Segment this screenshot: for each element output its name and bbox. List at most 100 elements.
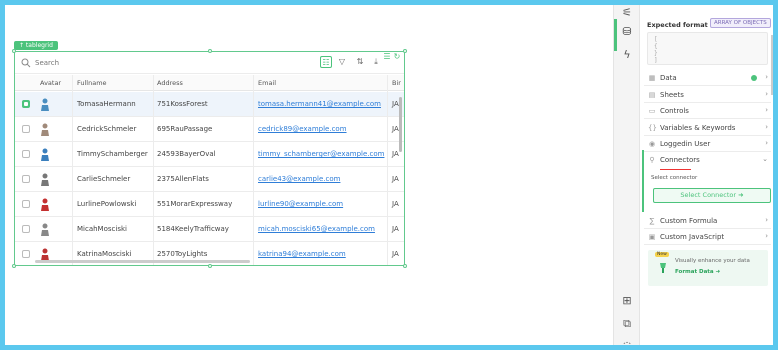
section-custom-javascript[interactable]: ▣ Custom JavaScript › xyxy=(644,229,771,245)
promo-card[interactable]: New Visually enhance your data Format Da… xyxy=(648,250,768,286)
email-link[interactable]: cedrick89@example.com xyxy=(258,125,347,133)
copy-icon[interactable]: ⧉ xyxy=(620,317,634,331)
panel-scrollbar[interactable] xyxy=(771,35,773,95)
column-header[interactable]: Avatar xyxy=(40,79,61,87)
filter-icon[interactable]: ▽ xyxy=(336,56,348,68)
help-icon[interactable]: ◌ xyxy=(620,339,634,345)
fullname-cell: KatrinaMosciski xyxy=(77,250,132,258)
address-cell: 24593BayerOval xyxy=(157,150,216,158)
select-connector-button[interactable]: Select Connector ➜ xyxy=(653,188,771,203)
table-row[interactable]: TimmySchamberger 24593BayerOval timmy_scha… xyxy=(15,142,404,167)
address-cell: 2375AllenFlats xyxy=(157,175,209,183)
birth-cell: JA xyxy=(392,100,399,108)
birth-cell: JA xyxy=(392,250,399,258)
section-icon: ▭ xyxy=(648,107,656,115)
column-header[interactable]: Email xyxy=(258,79,276,87)
avatar-icon xyxy=(41,98,49,111)
chevron-right-icon: › xyxy=(765,123,768,131)
section-icon: ⚲ xyxy=(649,156,655,164)
table-header: Avatar Fullname Address Email Bir xyxy=(15,75,404,91)
new-badge: New xyxy=(655,252,669,257)
tablegrid-widget[interactable]: ☷ ▽ ⇅ ⤓ ☰ ↻ Avatar Fullname Address Emai… xyxy=(12,49,407,268)
refresh-icon[interactable]: ↻ xyxy=(391,51,403,63)
section-icon: {} xyxy=(648,124,657,132)
plus-page-icon[interactable]: ⊞ xyxy=(620,294,634,308)
chevron-right-icon: › xyxy=(765,139,768,147)
section-connectors[interactable]: ⚲ Connectors ⌄ xyxy=(644,152,771,168)
select-connector-label: Select connector xyxy=(651,175,698,181)
email-link[interactable]: timmy_schamberger@example.com xyxy=(258,150,384,158)
format-code-box: [ { } ] xyxy=(647,32,768,65)
promo-text: Visually enhance your data xyxy=(675,258,750,264)
table-row[interactable]: TomasaHermann 751KossForest tomasa.hermann… xyxy=(15,92,404,117)
expected-format-label: Expected format xyxy=(647,21,708,29)
search-input[interactable] xyxy=(35,56,235,70)
connectors-underline xyxy=(660,169,691,170)
row-checkbox[interactable] xyxy=(22,150,30,158)
email-link[interactable]: carlie43@example.com xyxy=(258,175,340,183)
email-link[interactable]: tomasa.hermann41@example.com xyxy=(258,100,381,108)
row-checkbox[interactable] xyxy=(22,125,30,133)
code-line: } xyxy=(654,50,658,57)
column-header[interactable]: Bir xyxy=(392,79,401,87)
paint-brush-icon xyxy=(660,263,666,273)
column-divider xyxy=(387,75,388,265)
fullname-cell: MicahMosciski xyxy=(77,225,127,233)
section-sheets[interactable]: ▤ Sheets › xyxy=(644,87,771,103)
table-row[interactable]: CedrickSchmeler 695RauPassage cedrick89@ex… xyxy=(15,117,404,142)
table-row[interactable]: CarlieSchmeler 2375AllenFlats carlie43@exa… xyxy=(15,167,404,192)
canvas: ↑ tablegrid ☷ ▽ ⇅ ⤓ ☰ ↻ xyxy=(5,5,613,345)
chevron-right-icon: › xyxy=(765,73,768,81)
status-dot xyxy=(751,75,757,81)
birth-cell: JA xyxy=(392,200,399,208)
section-data[interactable]: ▦ Data › xyxy=(644,70,771,86)
email-link[interactable]: lurline90@example.com xyxy=(258,200,343,208)
section-icon: ▦ xyxy=(648,74,656,82)
row-checkbox[interactable] xyxy=(22,100,30,108)
column-header[interactable]: Fullname xyxy=(77,79,107,87)
sort-icon[interactable]: ⇅ xyxy=(354,56,366,68)
table-row[interactable]: MicahMosciski 5184KeelyTrafficway micah.mo… xyxy=(15,217,404,242)
chevron-right-icon: › xyxy=(765,232,768,240)
vertical-scrollbar[interactable] xyxy=(399,97,402,152)
address-cell: 751KossForest xyxy=(157,100,208,108)
section-variables-keywords[interactable]: {} Variables & Keywords › xyxy=(644,120,771,136)
email-link[interactable]: katrina94@example.com xyxy=(258,250,346,258)
birth-cell: JA xyxy=(392,150,399,158)
database-icon[interactable]: ⛁ xyxy=(620,25,634,39)
column-divider xyxy=(253,75,254,265)
settings-sliders-icon[interactable]: ⚟ xyxy=(620,6,634,20)
birth-cell: JA xyxy=(392,175,399,183)
side-rail: ⚟ ⛁ ϟ ⊞ ⧉ ◌ xyxy=(613,5,640,345)
fullname-cell: CarlieSchmeler xyxy=(77,175,131,183)
lightning-icon[interactable]: ϟ xyxy=(620,48,634,62)
fullname-cell: TomasaHermann xyxy=(77,100,136,108)
column-header[interactable]: Address xyxy=(157,79,183,87)
section-controls[interactable]: ▭ Controls › xyxy=(644,103,771,119)
data-panel: Expected format ARRAY OF OBJECTS [ { } ]… xyxy=(640,5,773,345)
search-icon xyxy=(21,58,31,68)
section-label: Data xyxy=(660,74,677,82)
section-custom-formula[interactable]: ∑ Custom Formula › xyxy=(644,213,771,229)
horizontal-scrollbar[interactable] xyxy=(35,260,250,263)
columns-icon[interactable]: ☷ xyxy=(320,56,332,68)
format-data-link[interactable]: Format Data ➜ xyxy=(675,269,720,275)
row-checkbox[interactable] xyxy=(22,250,30,258)
chevron-right-icon: › xyxy=(765,216,768,224)
table-row[interactable]: LurlinePowlowski 551MorarExpressway lurlin… xyxy=(15,192,404,217)
row-checkbox[interactable] xyxy=(22,225,30,233)
column-divider xyxy=(72,75,73,265)
chevron-right-icon: › xyxy=(765,90,768,98)
avatar-icon xyxy=(41,248,49,261)
fullname-cell: CedrickSchmeler xyxy=(77,125,137,133)
section-loggedin-user[interactable]: ◉ Loggedin User › xyxy=(644,136,771,152)
row-checkbox[interactable] xyxy=(22,200,30,208)
column-divider xyxy=(153,75,154,265)
widget-tag[interactable]: ↑ tablegrid xyxy=(14,41,58,50)
email-link[interactable]: micah.mosciski65@example.com xyxy=(258,225,375,233)
section-icon: ◉ xyxy=(648,140,656,148)
row-checkbox[interactable] xyxy=(22,175,30,183)
section-icon: ▣ xyxy=(648,233,656,241)
section-label: Controls xyxy=(660,107,689,115)
chevron-down-icon: ⌄ xyxy=(762,155,768,163)
